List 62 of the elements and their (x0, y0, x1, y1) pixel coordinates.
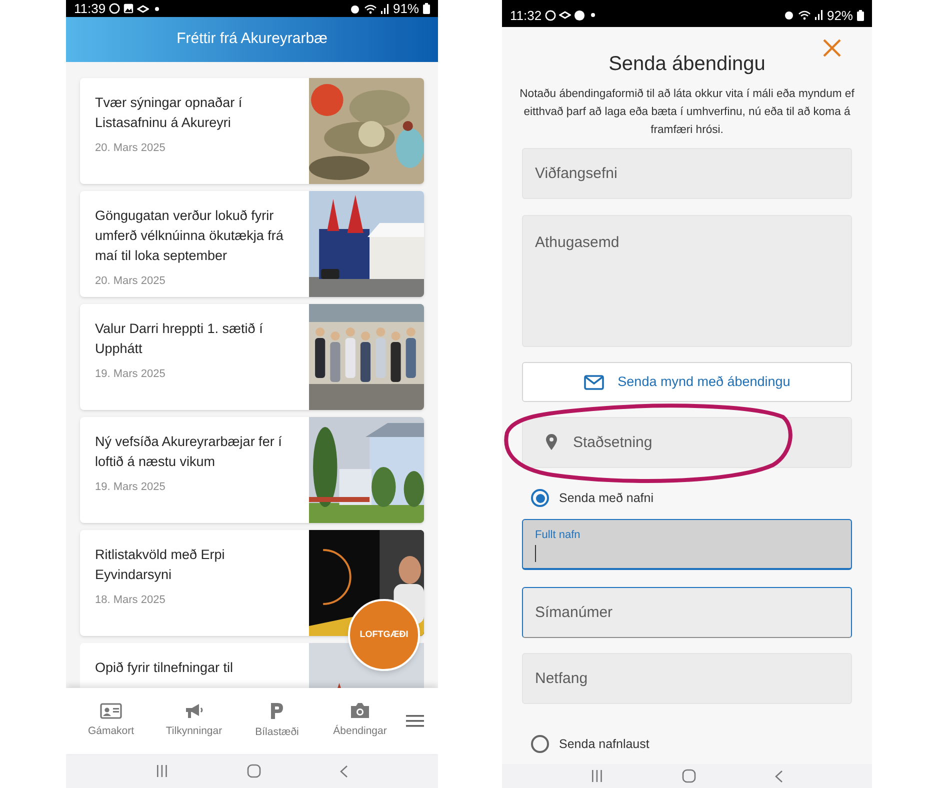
dialog-title: Senda ábendingu (608, 52, 766, 77)
location-field[interactable]: Staðsetning (522, 417, 852, 468)
attach-photo-button[interactable]: Senda mynd með ábendingu (522, 362, 852, 402)
news-card[interactable]: Ný vefsíða Akureyrarbæjar fer í loftið á næstu vikum 19. Mars 2025 (80, 417, 424, 523)
news-date: 20. Mars 2025 (95, 274, 166, 289)
news-title: Valur Darri hreppti 1. sætið í Upphátt (95, 320, 264, 358)
radio-label: Senda með nafni (559, 490, 654, 507)
comment-field[interactable]: Athugasemd (522, 215, 852, 347)
news-title: Ný vefsíða Akureyrarbæjar fer í loftið á næstu vikum (95, 433, 283, 471)
news-date: 19. Mars 2025 (95, 367, 166, 382)
nav-tab[interactable]: Tilkynningar (157, 702, 231, 740)
megaphone-icon (184, 702, 204, 719)
header-title: Fréttir frá Akureyrarbæ (176, 29, 328, 50)
nav-tab[interactable]: Bílastæði (240, 702, 314, 740)
layers-icon (136, 4, 149, 12)
news-card[interactable]: Göngugatan verður lokuð fyrir umferð vélknúinna ökutækja frá maí til loka september 20. Mars 2025 (80, 191, 424, 297)
menu-button[interactable] (406, 715, 424, 727)
back-icon[interactable] (340, 764, 348, 778)
battery-percent: 92% (826, 8, 853, 22)
wifi-icon (798, 10, 811, 20)
back-icon[interactable] (774, 770, 783, 782)
news-title: Tvær sýningar opnaðar í Listasafninu á Akureyri (95, 94, 244, 132)
news-card[interactable]: Valur Darri hreppti 1. sætið í Upphátt 19. Mars 2025 (80, 304, 424, 410)
nav-tab[interactable]: Ábendingar (323, 702, 397, 740)
signal-icon (814, 10, 823, 20)
battery-icon (857, 10, 864, 20)
layers-icon (558, 11, 571, 19)
news-card[interactable]: Tvær sýningar opnaðar í Listasafninu á Akureyri 20. Mars 2025 (80, 78, 424, 184)
signal-icon (380, 4, 389, 14)
mail-icon (584, 374, 604, 390)
recent-apps-icon[interactable] (156, 765, 168, 777)
radio-button[interactable] (531, 489, 549, 508)
news-date: 18. Mars 2025 (95, 593, 166, 608)
image-icon (122, 3, 134, 14)
news-card[interactable]: Opið fyrir tilnefningar til (80, 643, 309, 688)
status-time: 11:39 (74, 2, 106, 15)
home-icon[interactable] (682, 769, 696, 783)
battery-percent: 91% (392, 2, 419, 15)
news-title: Göngugatan verður lokuð fyrir umferð vélknúinna ökutækja frá maí til loka september (95, 207, 284, 265)
close-button[interactable] (822, 38, 842, 58)
radio-button[interactable] (531, 735, 549, 754)
parking-icon (270, 702, 284, 720)
news-date: 20. Mars 2025 (95, 141, 166, 156)
menu-icon (406, 715, 424, 727)
dot-icon (154, 6, 159, 10)
radio-label: Senda nafnlaust (559, 736, 650, 753)
dot-icon (590, 13, 595, 17)
wifi-icon (364, 4, 377, 14)
nav-tab[interactable]: Gámakort (74, 702, 148, 740)
map-pin-icon (546, 434, 557, 450)
battery-icon (423, 3, 430, 14)
news-date: 19. Mars 2025 (95, 480, 166, 495)
input-field[interactable]: Símanúmer (522, 586, 852, 638)
news-title: Ritlistakvöld með Erpi Eyvindarsyni (95, 546, 226, 584)
input-field[interactable]: Fullt nafn (522, 518, 852, 570)
status-time: 11:32 (510, 8, 542, 22)
intro-text: Notaðu ábendingaformið til að láta okkur vita í máli eða myndum ef eitthvað þarf að laga eða bæta í umhverfinu, nú eða til að koma á framfæri hrósi. (518, 87, 856, 138)
recent-apps-icon[interactable] (591, 770, 604, 782)
news-title: Opið fyrir tilnefningar til (95, 659, 234, 677)
id-card-icon (100, 702, 122, 719)
camera-icon (350, 702, 370, 720)
home-icon[interactable] (246, 764, 261, 778)
